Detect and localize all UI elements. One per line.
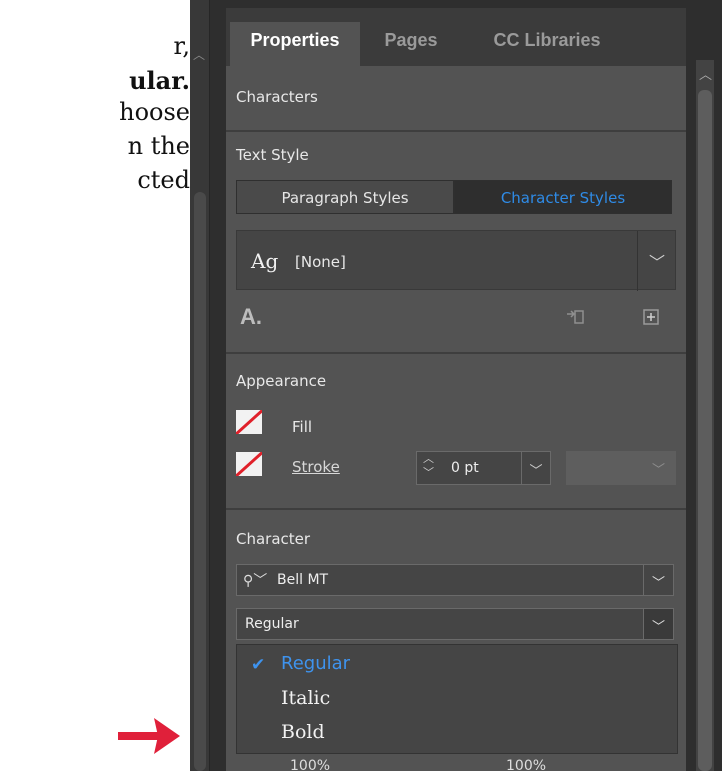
text-style-heading: Text Style (236, 146, 309, 164)
document-line: n the (127, 132, 190, 160)
fill-swatch[interactable] (236, 410, 262, 434)
scroll-up-icon[interactable]: ︿ (193, 46, 205, 63)
font-style-value[interactable]: Regular (245, 616, 299, 632)
paragraph-styles-button[interactable]: Paragraph Styles (236, 180, 454, 214)
font-family-field[interactable]: ⚲﹀ Bell MT ﹀ (236, 564, 674, 596)
chevron-down-icon[interactable]: ﹀ (649, 249, 665, 273)
tab-pages[interactable]: Pages (366, 22, 456, 66)
stepper-arrows-icon[interactable]: ︿ ﹀ (423, 452, 434, 480)
scroll-up-icon[interactable]: ︿ (699, 64, 712, 83)
fill-label: Fill (292, 418, 313, 436)
app-window: ︿ Properties Pages CC Libraries ︿ Charac… (190, 0, 722, 771)
document-line: hoose (119, 98, 190, 126)
character-styles-button[interactable]: Character Styles (454, 180, 672, 214)
divider (226, 352, 686, 354)
panel-scrollbar[interactable]: ︿ (696, 60, 714, 771)
chevron-down-icon[interactable]: ﹀ (643, 565, 673, 595)
divider (226, 130, 686, 132)
chevron-down-icon[interactable]: ﹀ (521, 451, 551, 485)
current-style-value: [None] (295, 253, 346, 271)
new-style-icon[interactable] (642, 308, 660, 326)
style-preview: Ag (251, 249, 279, 273)
stroke-type-dropdown[interactable]: ﹀ (566, 451, 676, 485)
document-text-fragment: r, ular. hoose n the cted (0, 0, 190, 771)
appearance-heading: Appearance (236, 372, 327, 390)
scale-row: 100% 100% (236, 758, 676, 771)
section-label-characters: Characters (236, 88, 318, 106)
document-scrollbar[interactable]: ︿ (190, 0, 210, 771)
search-icon[interactable]: ⚲﹀ (243, 570, 267, 590)
stroke-weight-value[interactable]: 0 pt (451, 460, 479, 476)
scrollbar-thumb[interactable] (194, 192, 206, 771)
font-style-menu: ✔ Regular Italic Bold (236, 644, 678, 754)
stroke-link[interactable]: Stroke (292, 458, 340, 476)
tab-cc-libraries[interactable]: CC Libraries (464, 22, 630, 66)
dropdown-separator (637, 231, 638, 291)
character-heading: Character (236, 530, 311, 548)
horizontal-scale-value[interactable]: 100% (290, 758, 330, 771)
panel-tabbar: Properties Pages CC Libraries (226, 8, 686, 66)
arrow-right-icon (118, 718, 180, 754)
menu-item-bold[interactable]: Bold (281, 721, 325, 743)
scrollbar-thumb[interactable] (698, 90, 712, 771)
document-line: cted (137, 166, 190, 194)
font-family-value[interactable]: Bell MT (277, 572, 328, 588)
chevron-down-icon[interactable]: ﹀ (643, 609, 673, 639)
document-line: ular. (129, 66, 190, 95)
clear-overrides-icon[interactable]: A. (240, 304, 262, 330)
character-style-dropdown[interactable]: Ag [None] ﹀ (236, 230, 676, 291)
divider (226, 508, 686, 510)
load-styles-icon[interactable] (566, 308, 584, 326)
vertical-scale-value[interactable]: 100% (506, 758, 546, 771)
tab-properties[interactable]: Properties (230, 22, 360, 66)
stroke-swatch[interactable] (236, 452, 262, 476)
check-icon: ✔ (251, 655, 266, 675)
menu-item-regular[interactable]: Regular (281, 653, 350, 674)
document-line: r, (173, 32, 190, 60)
menu-item-italic[interactable]: Italic (281, 687, 330, 709)
font-style-field[interactable]: Regular ﹀ (236, 608, 674, 640)
chevron-down-icon[interactable]: ﹀ (652, 459, 665, 478)
stroke-weight-stepper[interactable]: ︿ ﹀ 0 pt ﹀ (416, 451, 551, 485)
